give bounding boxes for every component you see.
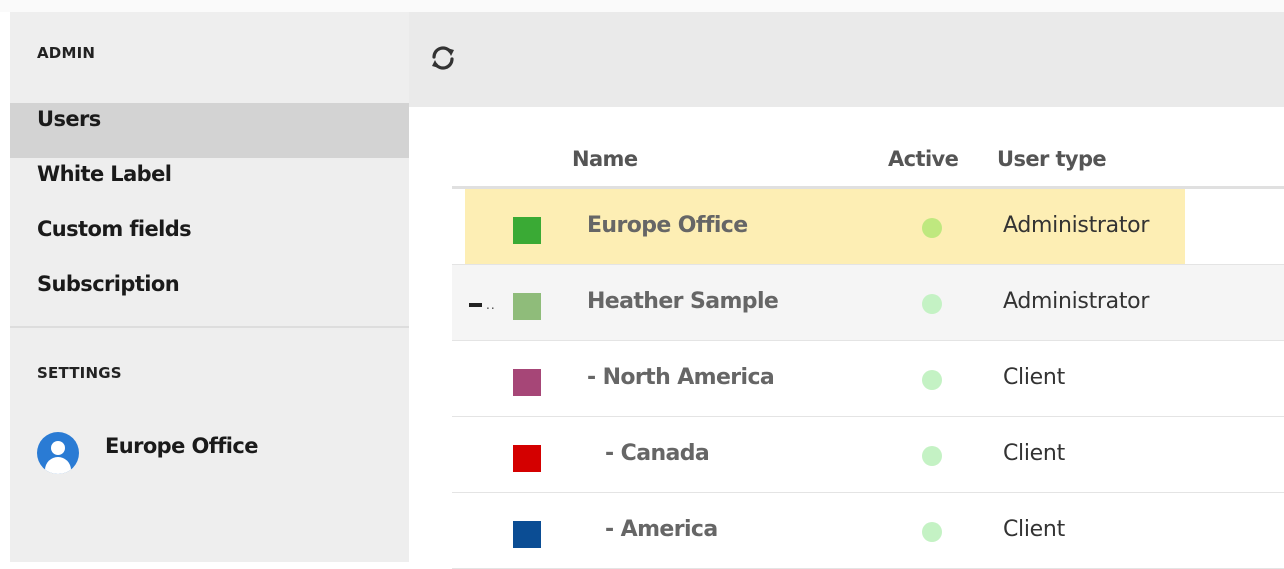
sidebar-item-users[interactable]: Users (10, 103, 409, 158)
color-swatch (513, 369, 541, 396)
color-swatch (513, 521, 541, 548)
sidebar-item-label: White Label (37, 162, 172, 186)
active-status-dot (922, 218, 942, 238)
sidebar-item-subscription[interactable]: Subscription (10, 268, 409, 323)
column-header-user-type[interactable]: User type (997, 147, 1107, 171)
table-row[interactable]: - Canada Client (452, 417, 1284, 493)
sidebar-item-label: Subscription (37, 272, 180, 296)
active-status-dot (922, 446, 942, 466)
user-avatar-icon (37, 432, 79, 474)
user-name: Europe Office (587, 213, 748, 238)
table-row[interactable]: .. Heather Sample Administrator (452, 265, 1284, 341)
color-swatch (513, 445, 541, 472)
user-type: Administrator (1003, 289, 1150, 314)
sidebar-item-label: Users (37, 107, 101, 131)
table-row[interactable]: - America Client (452, 493, 1284, 569)
sidebar: ADMIN Users White Label Custom fields Su… (10, 12, 409, 562)
sidebar-item-custom-fields[interactable]: Custom fields (10, 213, 409, 268)
user-name: - North America (587, 365, 775, 390)
refresh-icon[interactable] (425, 40, 461, 76)
sidebar-divider (10, 326, 409, 328)
settings-heading: SETTINGS (37, 364, 122, 382)
admin-heading: ADMIN (37, 44, 96, 62)
sidebar-item-label: Custom fields (37, 217, 192, 241)
user-type: Client (1003, 365, 1065, 390)
collapse-icon[interactable]: .. (466, 289, 500, 319)
user-name: - Canada (598, 441, 710, 466)
top-strip (0, 0, 1284, 12)
user-type: Client (1003, 517, 1065, 542)
toolbar (409, 12, 1284, 107)
account-item[interactable]: Europe Office (37, 430, 397, 474)
table-row[interactable]: Europe Office Administrator (452, 189, 1284, 265)
sidebar-item-white-label[interactable]: White Label (10, 158, 409, 213)
user-name: Heather Sample (587, 289, 779, 314)
user-type: Administrator (1003, 213, 1150, 238)
table-row[interactable]: - North America Client (452, 341, 1284, 417)
users-table: Name Active User type Europe Office Admi… (452, 107, 1284, 569)
column-header-name[interactable]: Name (572, 147, 638, 171)
active-status-dot (922, 294, 942, 314)
color-swatch (513, 293, 541, 320)
user-type: Client (1003, 441, 1065, 466)
column-header-active[interactable]: Active (888, 147, 959, 171)
user-name: - America (598, 517, 718, 542)
account-name: Europe Office (105, 434, 258, 458)
color-swatch (513, 217, 541, 244)
active-status-dot (922, 522, 942, 542)
active-status-dot (922, 370, 942, 390)
